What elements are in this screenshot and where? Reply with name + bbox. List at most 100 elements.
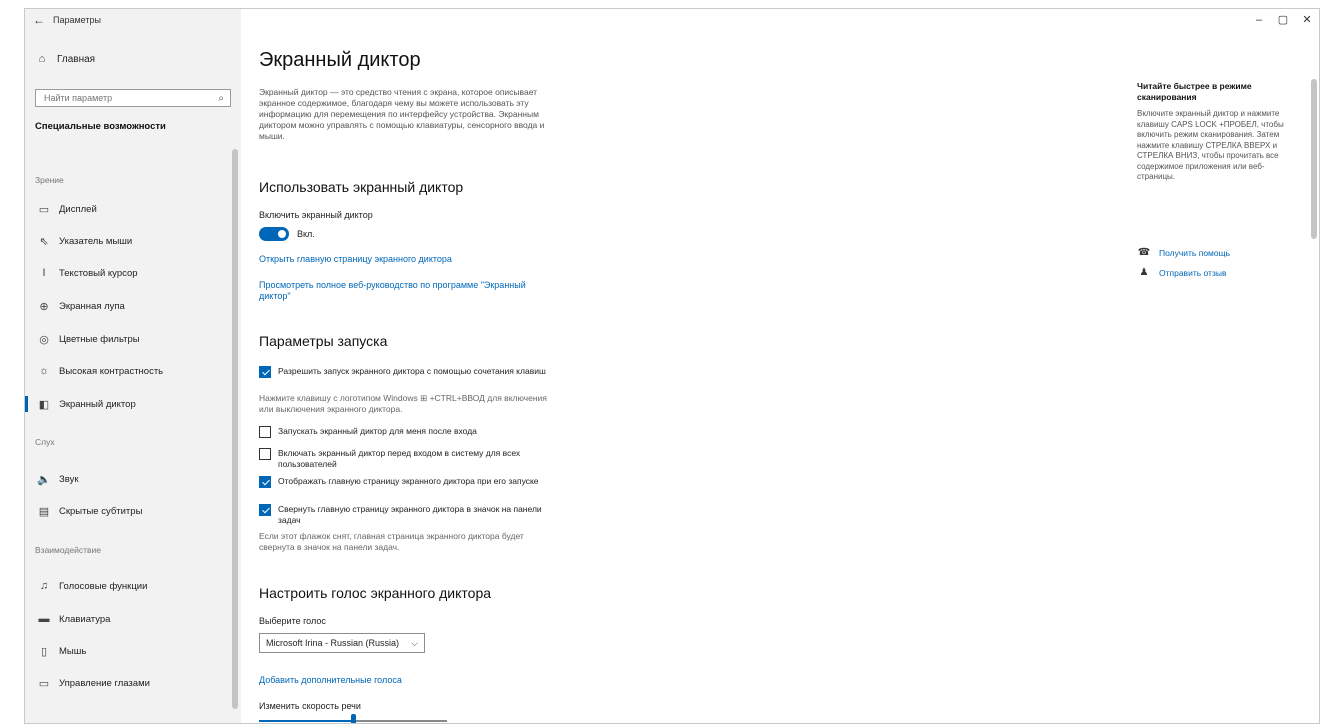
sidebar-item-label: Звук xyxy=(59,473,79,485)
toggle-label: Включить экранный диктор xyxy=(259,210,373,220)
checkbox-minimize-home[interactable]: Свернуть главную страницу экранного дикт… xyxy=(259,504,558,526)
feedback-icon: ♟ xyxy=(1139,267,1149,278)
tip-text: Включите экранный диктор и нажмите клави… xyxy=(1137,109,1284,181)
checkbox-after-signin[interactable]: Запускать экранный диктор для меня после… xyxy=(259,426,558,438)
sidebar-item-captions[interactable]: ▤ Скрытые субтитры xyxy=(35,502,143,520)
checkbox[interactable] xyxy=(259,476,271,488)
checkbox-show-home[interactable]: Отображать главную страницу экранного ди… xyxy=(259,476,558,488)
tip-title: Читайте быстрее в режиме сканирования xyxy=(1137,81,1252,102)
speed-slider-thumb[interactable] xyxy=(351,714,356,723)
checkbox-label: Отображать главную страницу экранного ди… xyxy=(278,476,539,486)
nav-home[interactable]: ⌂ Главная xyxy=(33,53,95,65)
checkbox[interactable] xyxy=(259,366,271,378)
page-title: Экранный диктор xyxy=(259,49,421,71)
sidebar-item-label: Голосовые функции xyxy=(59,580,148,592)
sidebar-item-label: Клавиатура xyxy=(59,613,111,625)
nav-home-label: Главная xyxy=(57,53,96,65)
checkbox[interactable] xyxy=(259,504,271,516)
sidebar-item-speech[interactable]: ♫ Голосовые функции xyxy=(35,577,148,595)
speed-slider[interactable] xyxy=(259,714,447,723)
mouse-icon: ▯ xyxy=(40,645,48,658)
checkbox[interactable] xyxy=(259,448,271,460)
sidebar-scrollbar[interactable] xyxy=(232,149,238,709)
sidebar-item-label: Экранный диктор xyxy=(59,398,136,410)
voice-heading: Настроить голос экранного диктора xyxy=(259,585,492,601)
help-icon: ☎ xyxy=(1137,247,1151,258)
send-feedback-label: Отправить отзыв xyxy=(1159,267,1227,278)
checkbox[interactable] xyxy=(259,426,271,438)
minimize-hint: Если этот флажок снят, главная страница … xyxy=(259,531,524,552)
close-button[interactable]: ✕ xyxy=(1295,9,1319,31)
sidebar-item-mouse[interactable]: ▯ Мышь xyxy=(35,642,86,660)
checkbox-shortcut[interactable]: Разрешить запуск экранного диктора с пом… xyxy=(259,366,558,378)
color-filter-icon: ◎ xyxy=(39,333,49,346)
window-controls: – ▢ ✕ xyxy=(1247,9,1319,31)
shortcut-hint: Нажмите клавишу с логотипом Windows ⊞ +C… xyxy=(259,393,547,414)
chevron-down-icon: ⌵ xyxy=(411,637,418,648)
main-content: – ▢ ✕ Экранный диктор Экранный диктор — … xyxy=(241,9,1319,723)
sidebar-item-label: Дисплей xyxy=(59,203,97,215)
voice-select[interactable]: Microsoft Irina - Russian (Russia) ⌵ xyxy=(259,633,425,653)
search-box[interactable]: ⌕ xyxy=(35,89,231,107)
narrator-toggle[interactable] xyxy=(259,227,289,241)
main-scrollbar[interactable] xyxy=(1311,79,1317,239)
contrast-icon: ☼ xyxy=(38,365,50,377)
text-cursor-icon: I xyxy=(42,267,46,279)
display-icon: ▭ xyxy=(38,203,50,216)
sidebar-item-display[interactable]: ▭ Дисплей xyxy=(35,200,97,218)
sidebar-item-sound[interactable]: 🔈 Звук xyxy=(35,470,78,488)
sidebar-item-label: Управление глазами xyxy=(59,677,150,689)
checkbox-label: Включать экранный диктор перед входом в … xyxy=(278,448,521,469)
sidebar-item-color-filters[interactable]: ◎ Цветные фильтры xyxy=(35,330,140,348)
sidebar-item-label: Скрытые субтитры xyxy=(59,505,143,517)
group-label-vision: Зрение xyxy=(35,175,64,185)
speed-slider-fill xyxy=(259,720,353,722)
get-help-label: Получить помощь xyxy=(1159,247,1231,258)
search-icon[interactable]: ⌕ xyxy=(218,93,224,104)
sidebar-item-keyboard[interactable]: ▬ Клавиатура xyxy=(35,610,111,628)
sidebar-item-label: Указатель мыши xyxy=(59,235,133,247)
narrator-guide-link[interactable]: Просмотреть полное веб-руководство по пр… xyxy=(259,280,559,302)
sidebar-item-high-contrast[interactable]: ☼ Высокая контрастность xyxy=(35,362,163,380)
use-narrator-heading: Использовать экранный диктор xyxy=(259,179,464,195)
captions-icon: ▤ xyxy=(38,505,50,518)
sidebar-item-mouse-pointer[interactable]: ⇖ Указатель мыши xyxy=(35,232,132,250)
group-label-interaction: Взаимодействие xyxy=(35,545,101,555)
narrator-home-link[interactable]: Открыть главную страницу экранного дикто… xyxy=(259,254,452,265)
scan-mode-tip: Читайте быстрее в режиме сканирования Вк… xyxy=(1137,81,1289,183)
sidebar-item-eye-control[interactable]: ▭ Управление глазами xyxy=(35,674,150,692)
checkbox-label: Запускать экранный диктор для меня после… xyxy=(278,426,477,436)
keyboard-icon: ▬ xyxy=(38,613,50,625)
mouse-pointer-icon: ⇖ xyxy=(39,235,49,248)
checkbox-before-signin[interactable]: Включать экранный диктор перед входом в … xyxy=(259,448,558,470)
microphone-icon: ♫ xyxy=(39,580,49,592)
sidebar-item-narrator[interactable]: ◧ Экранный диктор xyxy=(25,395,136,413)
minimize-button[interactable]: – xyxy=(1247,9,1271,31)
speaker-icon: 🔈 xyxy=(37,473,51,486)
back-button[interactable]: ← xyxy=(25,13,53,27)
sidebar-item-label: Текстовый курсор xyxy=(59,267,138,279)
search-input[interactable] xyxy=(42,92,219,104)
checkbox-label: Свернуть главную страницу экранного дикт… xyxy=(278,504,542,525)
sidebar-item-text-cursor[interactable]: I Текстовый курсор xyxy=(35,264,138,282)
maximize-button[interactable]: ▢ xyxy=(1271,9,1295,31)
add-voices-link[interactable]: Добавить дополнительные голоса xyxy=(259,675,402,686)
speed-label: Изменить скорость речи xyxy=(259,701,361,711)
send-feedback-link[interactable]: ♟ Отправить отзыв xyxy=(1137,267,1227,278)
sidebar: ← Параметры ⌂ Главная ⌕ Специальные возм… xyxy=(25,9,241,723)
app-title: Параметры xyxy=(53,15,101,25)
get-help-link[interactable]: ☎ Получить помощь xyxy=(1137,247,1230,258)
sidebar-item-magnifier[interactable]: ⊕ Экранная лупа xyxy=(35,297,124,315)
title-bar: ← Параметры xyxy=(25,9,241,31)
section-title: Специальные возможности xyxy=(35,121,166,132)
sidebar-item-label: Высокая контрастность xyxy=(59,365,164,377)
toggle-state: Вкл. xyxy=(297,229,315,239)
magnifier-icon: ⊕ xyxy=(39,300,49,313)
sidebar-item-label: Цветные фильтры xyxy=(59,333,140,345)
voice-select-value: Microsoft Irina - Russian (Russia) xyxy=(266,638,400,648)
group-label-hearing: Слух xyxy=(35,437,55,447)
checkbox-label: Разрешить запуск экранного диктора с пом… xyxy=(278,366,546,376)
narrator-icon: ◧ xyxy=(38,398,50,411)
startup-heading: Параметры запуска xyxy=(259,333,388,349)
sidebar-item-label: Мышь xyxy=(59,645,87,657)
